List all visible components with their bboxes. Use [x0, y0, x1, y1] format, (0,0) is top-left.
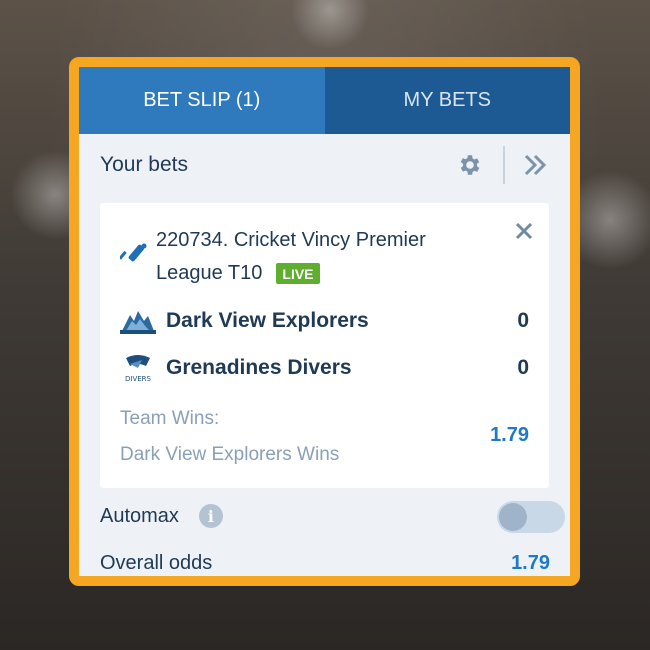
automax-row: Automax i — [100, 501, 565, 533]
grenadines-divers-logo: DIVERS — [120, 353, 156, 383]
bet-slip-panel: BET SLIP (1) MY BETS Your bets 220734. C… — [69, 57, 580, 586]
gear-icon[interactable] — [457, 152, 483, 178]
team-score: 0 — [517, 309, 529, 332]
selection-name: Dark View Explorers Wins — [120, 444, 340, 465]
tab-bet-slip[interactable]: BET SLIP (1) — [79, 67, 325, 134]
automax-label: Automax — [100, 504, 179, 527]
stadium-light — [290, 0, 370, 50]
team-name: Dark View Explorers — [166, 309, 369, 332]
team-name: Grenadines Divers — [166, 356, 352, 379]
info-icon[interactable]: i — [198, 504, 223, 528]
team-row: DIVERS Grenadines Divers 0 — [120, 353, 529, 383]
event-league: League T10 — [156, 262, 263, 284]
dark-view-explorers-logo — [120, 306, 156, 336]
double-chevron-right-icon[interactable] — [521, 151, 549, 179]
tab-bar: BET SLIP (1) MY BETS — [79, 67, 570, 134]
your-bets-title: Your bets — [100, 153, 188, 176]
live-badge: LIVE — [276, 263, 320, 284]
bet-card: 220734. Cricket Vincy Premier League T10… — [100, 203, 549, 488]
overall-odds-value: 1.79 — [511, 552, 550, 574]
header-divider — [503, 146, 505, 184]
overall-odds-label: Overall odds — [100, 552, 213, 574]
automax-toggle[interactable] — [497, 501, 565, 533]
event-title-cont: League T10 LIVE — [156, 262, 320, 285]
close-icon[interactable] — [513, 220, 535, 242]
bets-header: Your bets — [79, 134, 570, 196]
toggle-knob — [499, 503, 527, 531]
tab-my-bets[interactable]: MY BETS — [324, 67, 570, 134]
team-score: 0 — [517, 356, 529, 379]
overall-odds-row: Overall odds 1.79 — [100, 552, 550, 575]
event-title: 220734. Cricket Vincy Premier — [156, 229, 426, 251]
team-row: Dark View Explorers 0 — [120, 306, 529, 336]
market-name: Team Wins: — [120, 408, 220, 429]
divers-logo-text: DIVERS — [125, 375, 152, 383]
bet-odds[interactable]: 1.79 — [490, 424, 529, 447]
cricket-bat-icon — [118, 241, 148, 274]
